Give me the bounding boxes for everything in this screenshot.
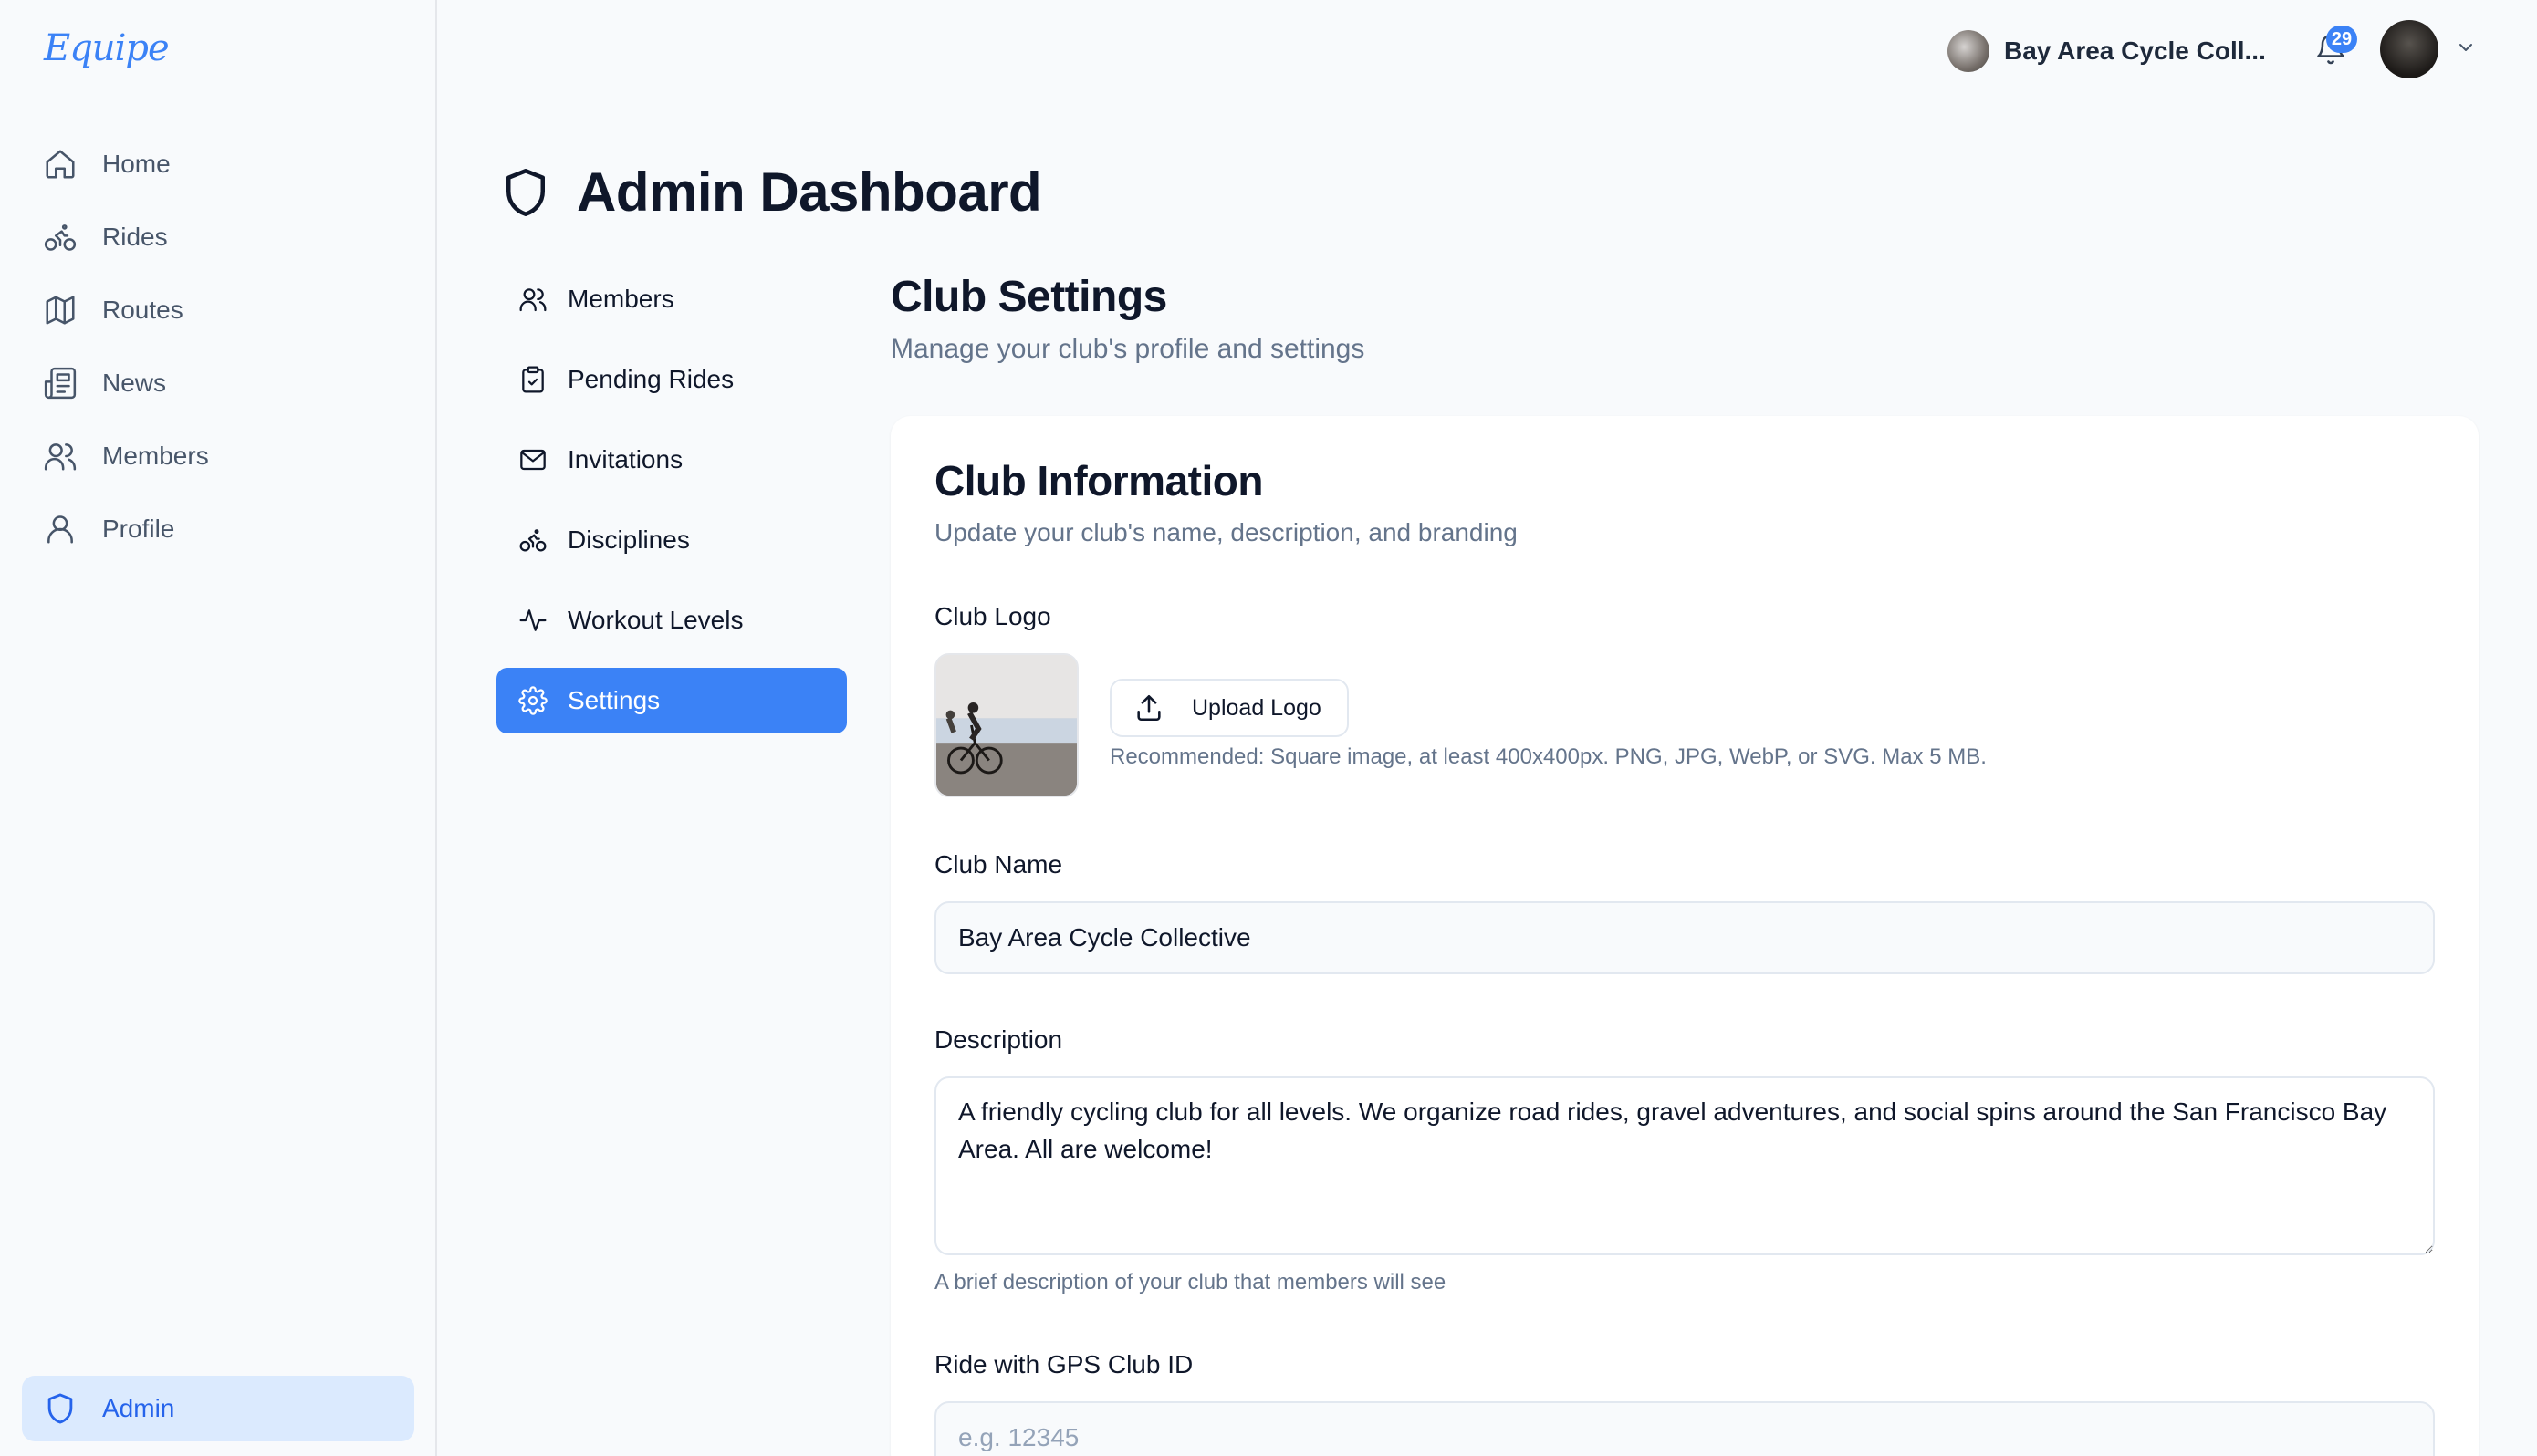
shield-icon [42,1390,78,1427]
home-icon [42,146,78,182]
users-icon [42,438,78,474]
description-hint: A brief description of your club that me… [934,1270,1446,1295]
description-textarea[interactable]: A friendly cycling club for all levels. … [934,1076,2435,1255]
club-switcher[interactable]: Bay Area Cycle Coll... [1947,27,2266,75]
sidebar-item-routes[interactable]: Routes [22,274,414,347]
club-logo-image [934,653,1079,797]
sidebar-item-label: Home [102,150,171,178]
admin-nav-label: Pending Rides [568,365,735,393]
chevron-down-icon[interactable] [2455,36,2480,62]
app-logo[interactable]: Equipe [44,27,170,69]
page-header: Admin Dashboard [498,161,1042,224]
gps-club-id-input[interactable] [934,1401,2435,1456]
gear-icon [517,684,549,717]
club-information-card: Club Information Update your club's name… [891,416,2479,1456]
club-name: Bay Area Cycle Coll... [2004,36,2266,65]
activity-icon [517,604,549,637]
clipboard-check-icon [517,363,549,396]
admin-nav-label: Members [568,285,674,313]
user-avatar[interactable] [2380,20,2438,78]
mail-icon [517,443,549,476]
admin-nav-label: Settings [568,686,661,714]
user-icon [42,511,78,547]
sidebar-item-profile[interactable]: Profile [22,493,414,566]
notification-count-badge: 29 [2326,26,2357,53]
sidebar-item-label: Routes [102,296,183,324]
admin-nav-disciplines[interactable]: Disciplines [496,507,847,573]
map-icon [42,292,78,328]
sidebar-item-label: News [102,369,167,397]
club-avatar [1947,30,1989,72]
upload-logo-label: Upload Logo [1192,694,1321,721]
sidebar-item-home[interactable]: Home [22,128,414,201]
card-subtitle: Update your club's name, description, an… [934,518,1518,546]
admin-nav-label: Invitations [568,445,684,473]
users-icon [517,283,549,316]
admin-nav-invitations[interactable]: Invitations [496,427,847,493]
club-logo-label: Club Logo [934,602,1051,630]
sidebar: Equipe Home Rides Routes News Members Pr… [0,0,437,1456]
sidebar-item-rides[interactable]: Rides [22,201,414,274]
section-title: Club Settings [891,273,1167,321]
admin-nav-label: Disciplines [568,525,690,554]
upload-logo-hint: Recommended: Square image, at least 400x… [1110,744,1987,769]
sidebar-item-label: Members [102,442,209,470]
sidebar-item-news[interactable]: News [22,347,414,420]
upload-logo-button[interactable]: Upload Logo [1110,679,1349,737]
sidebar-item-members[interactable]: Members [22,420,414,493]
admin-nav-pending-rides[interactable]: Pending Rides [496,347,847,412]
admin-nav: Members Pending Rides Invitations Discip… [496,266,847,748]
admin-nav-label: Workout Levels [568,606,744,634]
club-name-label: Club Name [934,850,1063,879]
shield-icon [506,168,545,216]
bike-icon [42,219,78,255]
section-subtitle: Manage your club's profile and settings [891,334,1365,364]
sidebar-item-label: Profile [102,515,175,543]
admin-nav-members[interactable]: Members [496,266,847,332]
sidebar-item-admin[interactable]: Admin [22,1376,414,1441]
page-title: Admin Dashboard [577,161,1042,223]
card-title: Club Information [934,457,1263,504]
admin-nav-settings[interactable]: Settings [496,668,847,733]
sidebar-item-label: Admin [102,1394,175,1422]
sidebar-item-label: Rides [102,223,168,251]
description-label: Description [934,1025,1063,1054]
bike-icon [517,524,549,556]
admin-nav-workout-levels[interactable]: Workout Levels [496,588,847,653]
upload-icon [1137,694,1161,722]
club-name-input[interactable] [934,901,2435,974]
main-nav: Home Rides Routes News Members Profile [22,128,414,566]
newspaper-icon [42,365,78,401]
gps-club-id-label: Ride with GPS Club ID [934,1350,1194,1378]
